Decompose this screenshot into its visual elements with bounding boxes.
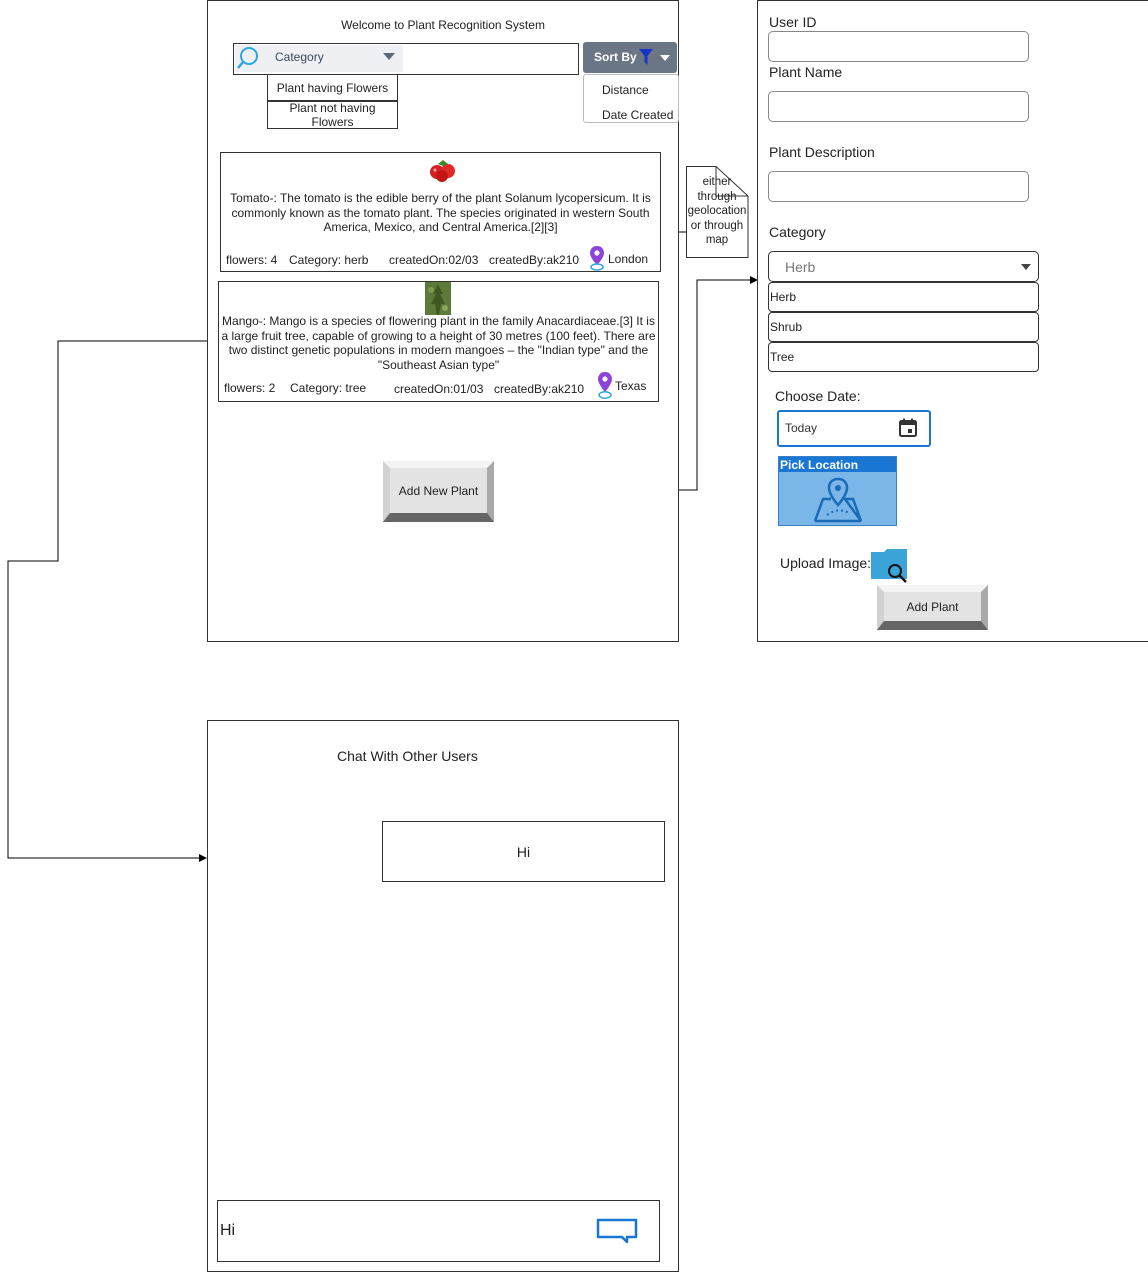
add-plant-screen: User ID Plant Name Plant Description Cat… [757,0,1148,642]
category-option-shrub[interactable]: Shrub [768,312,1039,342]
plant-location: Texas [615,379,647,393]
plant-category: Category: tree [290,381,367,395]
add-new-plant-button[interactable]: Add New Plant [383,461,494,522]
sort-by-label: Sort By [594,50,637,64]
chevron-down-icon [660,55,670,61]
plant-created-by: createdBy:ak210 [489,253,580,267]
plant-created-on: createdOn:01/03 [394,382,484,396]
location-pin-icon [590,246,604,271]
home-title: Welcome to Plant Recognition System [341,18,545,32]
category-selected-value: Herb [785,259,816,275]
category-option-no-flowers[interactable]: Plant not having Flowers [267,101,398,129]
choose-date-label: Choose Date: [775,388,861,404]
chat-message-bubble: Hi [382,821,665,882]
plant-description: Tomato-: The tomato is the edible berry … [230,191,651,234]
chat-input-value: Hi [220,1222,236,1239]
sort-option-distance[interactable]: Distance [602,83,649,97]
option-label: Herb [770,290,797,304]
sort-by-button[interactable]: Sort By [583,42,677,73]
option-label: Tree [770,350,795,364]
search-icon [237,47,258,69]
plant-name-label: Plant Name [769,64,843,80]
date-value: Today [785,421,818,435]
category-option-label: Plant not having Flowers [289,101,376,129]
category-select-label: Category [275,50,324,64]
plant-category: Category: herb [289,253,369,267]
chat-title: Chat With Other Users [337,748,478,764]
category-label: Category [769,224,826,240]
home-screen: Welcome to Plant Recognition System Cate… [207,0,679,642]
plant-created-on: createdOn:02/03 [389,253,479,267]
plant-name-field[interactable] [768,91,1029,122]
category-option-herb[interactable]: Herb [768,282,1039,312]
plant-created-by: createdBy:ak210 [494,382,585,396]
tomato-image [430,160,455,182]
map-pin-icon [813,477,863,523]
chevron-down-icon [383,53,395,60]
date-picker[interactable]: Today [777,410,931,447]
pick-location-button[interactable]: Pick Location [778,456,897,526]
category-option-tree[interactable]: Tree [768,342,1039,372]
sort-option-date-created[interactable]: Date Created [602,108,673,122]
user-id-label: User ID [769,14,817,30]
category-option-label: Plant having Flowers [276,80,389,95]
chevron-down-icon [1021,264,1031,270]
user-id-field[interactable] [768,31,1029,62]
plant-card-mango[interactable]: Mango-: Mango is a species of flowering … [218,281,659,402]
plant-flowers: flowers: 4 [226,253,278,267]
filter-icon [639,49,653,65]
add-plant-button[interactable]: Add Plant [877,585,988,630]
category-select[interactable]: Herb [768,251,1039,282]
chat-screen: Chat With Other Users Hi Hi [207,720,679,1272]
chat-input[interactable]: Hi [217,1200,660,1262]
location-pin-icon [598,372,612,399]
plant-location: London [608,252,649,266]
mango-tree-image [425,282,451,315]
mango-to-chat-connector [7,340,217,862]
plant-description-field[interactable] [768,171,1029,202]
send-message-icon[interactable] [596,1218,638,1244]
plant-flowers: flowers: 2 [224,381,276,395]
option-label: Shrub [770,320,803,334]
chat-message-text: Hi [516,844,531,860]
add-new-plant-label: Add New Plant [398,483,479,498]
note-text: either through geolocation or through ma… [687,176,747,246]
folder-search-icon[interactable] [870,548,910,584]
calendar-icon [899,418,917,437]
pick-location-label: Pick Location [780,458,859,472]
category-option-flowers[interactable]: Plant having Flowers [267,74,398,101]
plant-card-tomato[interactable]: Tomato-: The tomato is the edible berry … [220,152,661,272]
plant-description: Mango-: Mango is a species of flowering … [221,314,656,372]
add-plant-label: Add Plant [906,599,959,614]
upload-image-label: Upload Image: [780,555,872,571]
plant-description-label: Plant Description [769,144,875,160]
